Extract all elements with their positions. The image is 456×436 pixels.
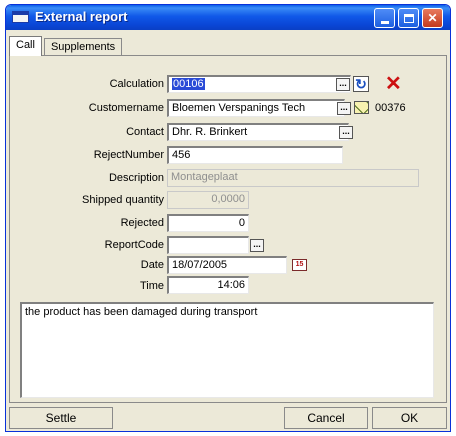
close-icon: ✕ [427,11,438,25]
report-code-lookup-button[interactable]: ... [250,239,264,252]
customername-label: Customername [88,102,164,114]
maximize-button[interactable] [398,8,419,28]
reject-number-label: RejectNumber [93,149,164,161]
shipped-quantity-field: 0,0000 [167,191,249,209]
cancel-button[interactable]: Cancel [284,407,368,429]
report-code-label: ReportCode [104,239,164,251]
remarks-textarea[interactable]: the product has been damaged during tran… [20,302,434,398]
customername-lookup-button[interactable]: ... [337,102,351,115]
calculation-lookup-button[interactable]: ... [336,78,350,91]
tab-strip: Call Supplements [9,36,123,56]
call-panel: Calculation 00106 ... ↻ ✕ Customername B… [9,55,447,403]
customername-field[interactable]: Bloemen Verspanings Tech [167,99,345,117]
red-x-icon[interactable]: ✕ [385,74,402,94]
window-title: External report [35,9,128,24]
time-label: Time [139,280,164,292]
close-button[interactable]: ✕ [422,8,443,28]
time-field[interactable]: 14:06 [167,276,249,294]
report-code-field[interactable] [167,236,249,254]
minimize-button[interactable] [374,8,395,28]
settle-button[interactable]: Settle [9,407,113,429]
contact-field[interactable]: Dhr. R. Brinkert [167,123,349,141]
external-report-window: External report ✕ Call Supplements Calcu… [5,4,451,432]
calculation-value: 00106 [172,78,205,90]
app-icon [12,11,29,23]
bottom-button-bar: Settle Cancel OK [9,407,447,429]
title-bar[interactable]: External report ✕ [6,5,450,30]
contact-label: Contact [126,126,164,138]
minimize-icon [380,20,389,24]
date-field[interactable]: 18/07/2005 [167,256,287,274]
calendar-icon[interactable]: 15 [292,259,307,271]
date-label: Date [140,259,164,271]
calculation-field[interactable]: 00106 [167,75,351,93]
description-field: Montageplaat [167,169,419,187]
contact-lookup-button[interactable]: ... [339,126,353,139]
maximize-icon [403,13,414,23]
envelope-icon[interactable] [354,101,369,114]
refresh-icon[interactable]: ↻ [353,76,369,92]
customer-code: 00376 [375,102,406,114]
tab-call[interactable]: Call [9,36,42,56]
ok-button[interactable]: OK [372,407,447,429]
rejected-label: Rejected [120,217,164,229]
rejected-field[interactable]: 0 [167,214,249,232]
shipped-quantity-label: Shipped quantity [82,194,164,206]
description-label: Description [108,172,164,184]
tab-supplements[interactable]: Supplements [43,38,123,55]
reject-number-field[interactable]: 456 [167,146,343,164]
calculation-label: Calculation [109,78,164,90]
